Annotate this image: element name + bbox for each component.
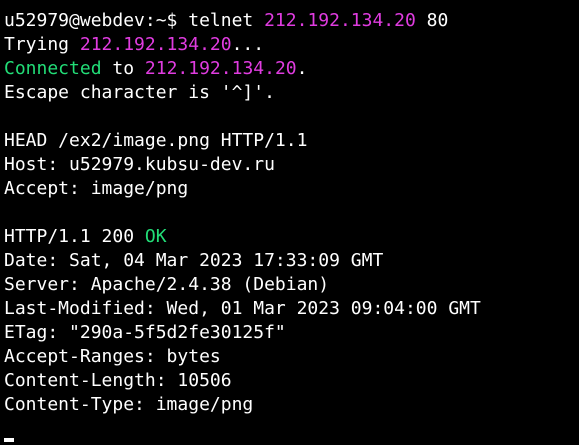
trying-prefix: Trying: [4, 34, 80, 55]
response-status-prefix: HTTP/1.1 200: [4, 226, 145, 247]
command-text: telnet: [188, 10, 265, 31]
escape-character-line: Escape character is '^]'.: [4, 82, 275, 103]
response-status-text: OK: [144, 226, 167, 247]
terminal-window[interactable]: u52979@webdev:~$ telnet 212.192.134.20 8…: [0, 0, 579, 445]
response-header-last-modified: Last-Modified: Wed, 01 Mar 2023 09:04:00…: [4, 298, 481, 319]
connected-suffix: .: [296, 58, 308, 79]
response-header-content-length: Content-Length: 10506: [4, 370, 232, 391]
response-header-date: Date: Sat, 04 Mar 2023 17:33:09 GMT: [4, 250, 384, 271]
command-line: u52979@webdev:~$ telnet 212.192.134.20 8…: [4, 9, 481, 33]
connected-status: Connected: [4, 58, 102, 79]
response-header-server: Server: Apache/2.4.38 (Debian): [4, 274, 330, 295]
trying-ip: 212.192.134.20: [79, 34, 232, 55]
response-header-content-type: Content-Type: image/png: [4, 394, 254, 415]
trying-suffix: ...: [231, 34, 265, 55]
connected-middle: to: [101, 58, 145, 79]
connected-line: Connected to 212.192.134.20.: [4, 57, 481, 81]
port-number: 80: [415, 10, 449, 31]
request-line: HEAD /ex2/image.png HTTP/1.1: [4, 130, 308, 151]
response-header-etag: ETag: "290a-5f5d2fe30125f": [4, 322, 286, 343]
response-status-line: HTTP/1.1 200 OK: [4, 225, 481, 249]
terminal-output: u52979@webdev:~$ telnet 212.192.134.20 8…: [4, 9, 481, 417]
response-header-accept-ranges: Accept-Ranges: bytes: [4, 346, 221, 367]
request-accept-header: Accept: image/png: [4, 178, 189, 199]
request-host-header: Host: u52979.kubsu-dev.ru: [4, 154, 275, 175]
shell-prompt: u52979@webdev:~$: [4, 10, 189, 31]
host-ip: 212.192.134.20: [264, 10, 416, 31]
trying-line: Trying 212.192.134.20...: [4, 33, 481, 57]
connected-ip: 212.192.134.20: [144, 58, 297, 79]
terminal-cursor: [4, 438, 14, 442]
